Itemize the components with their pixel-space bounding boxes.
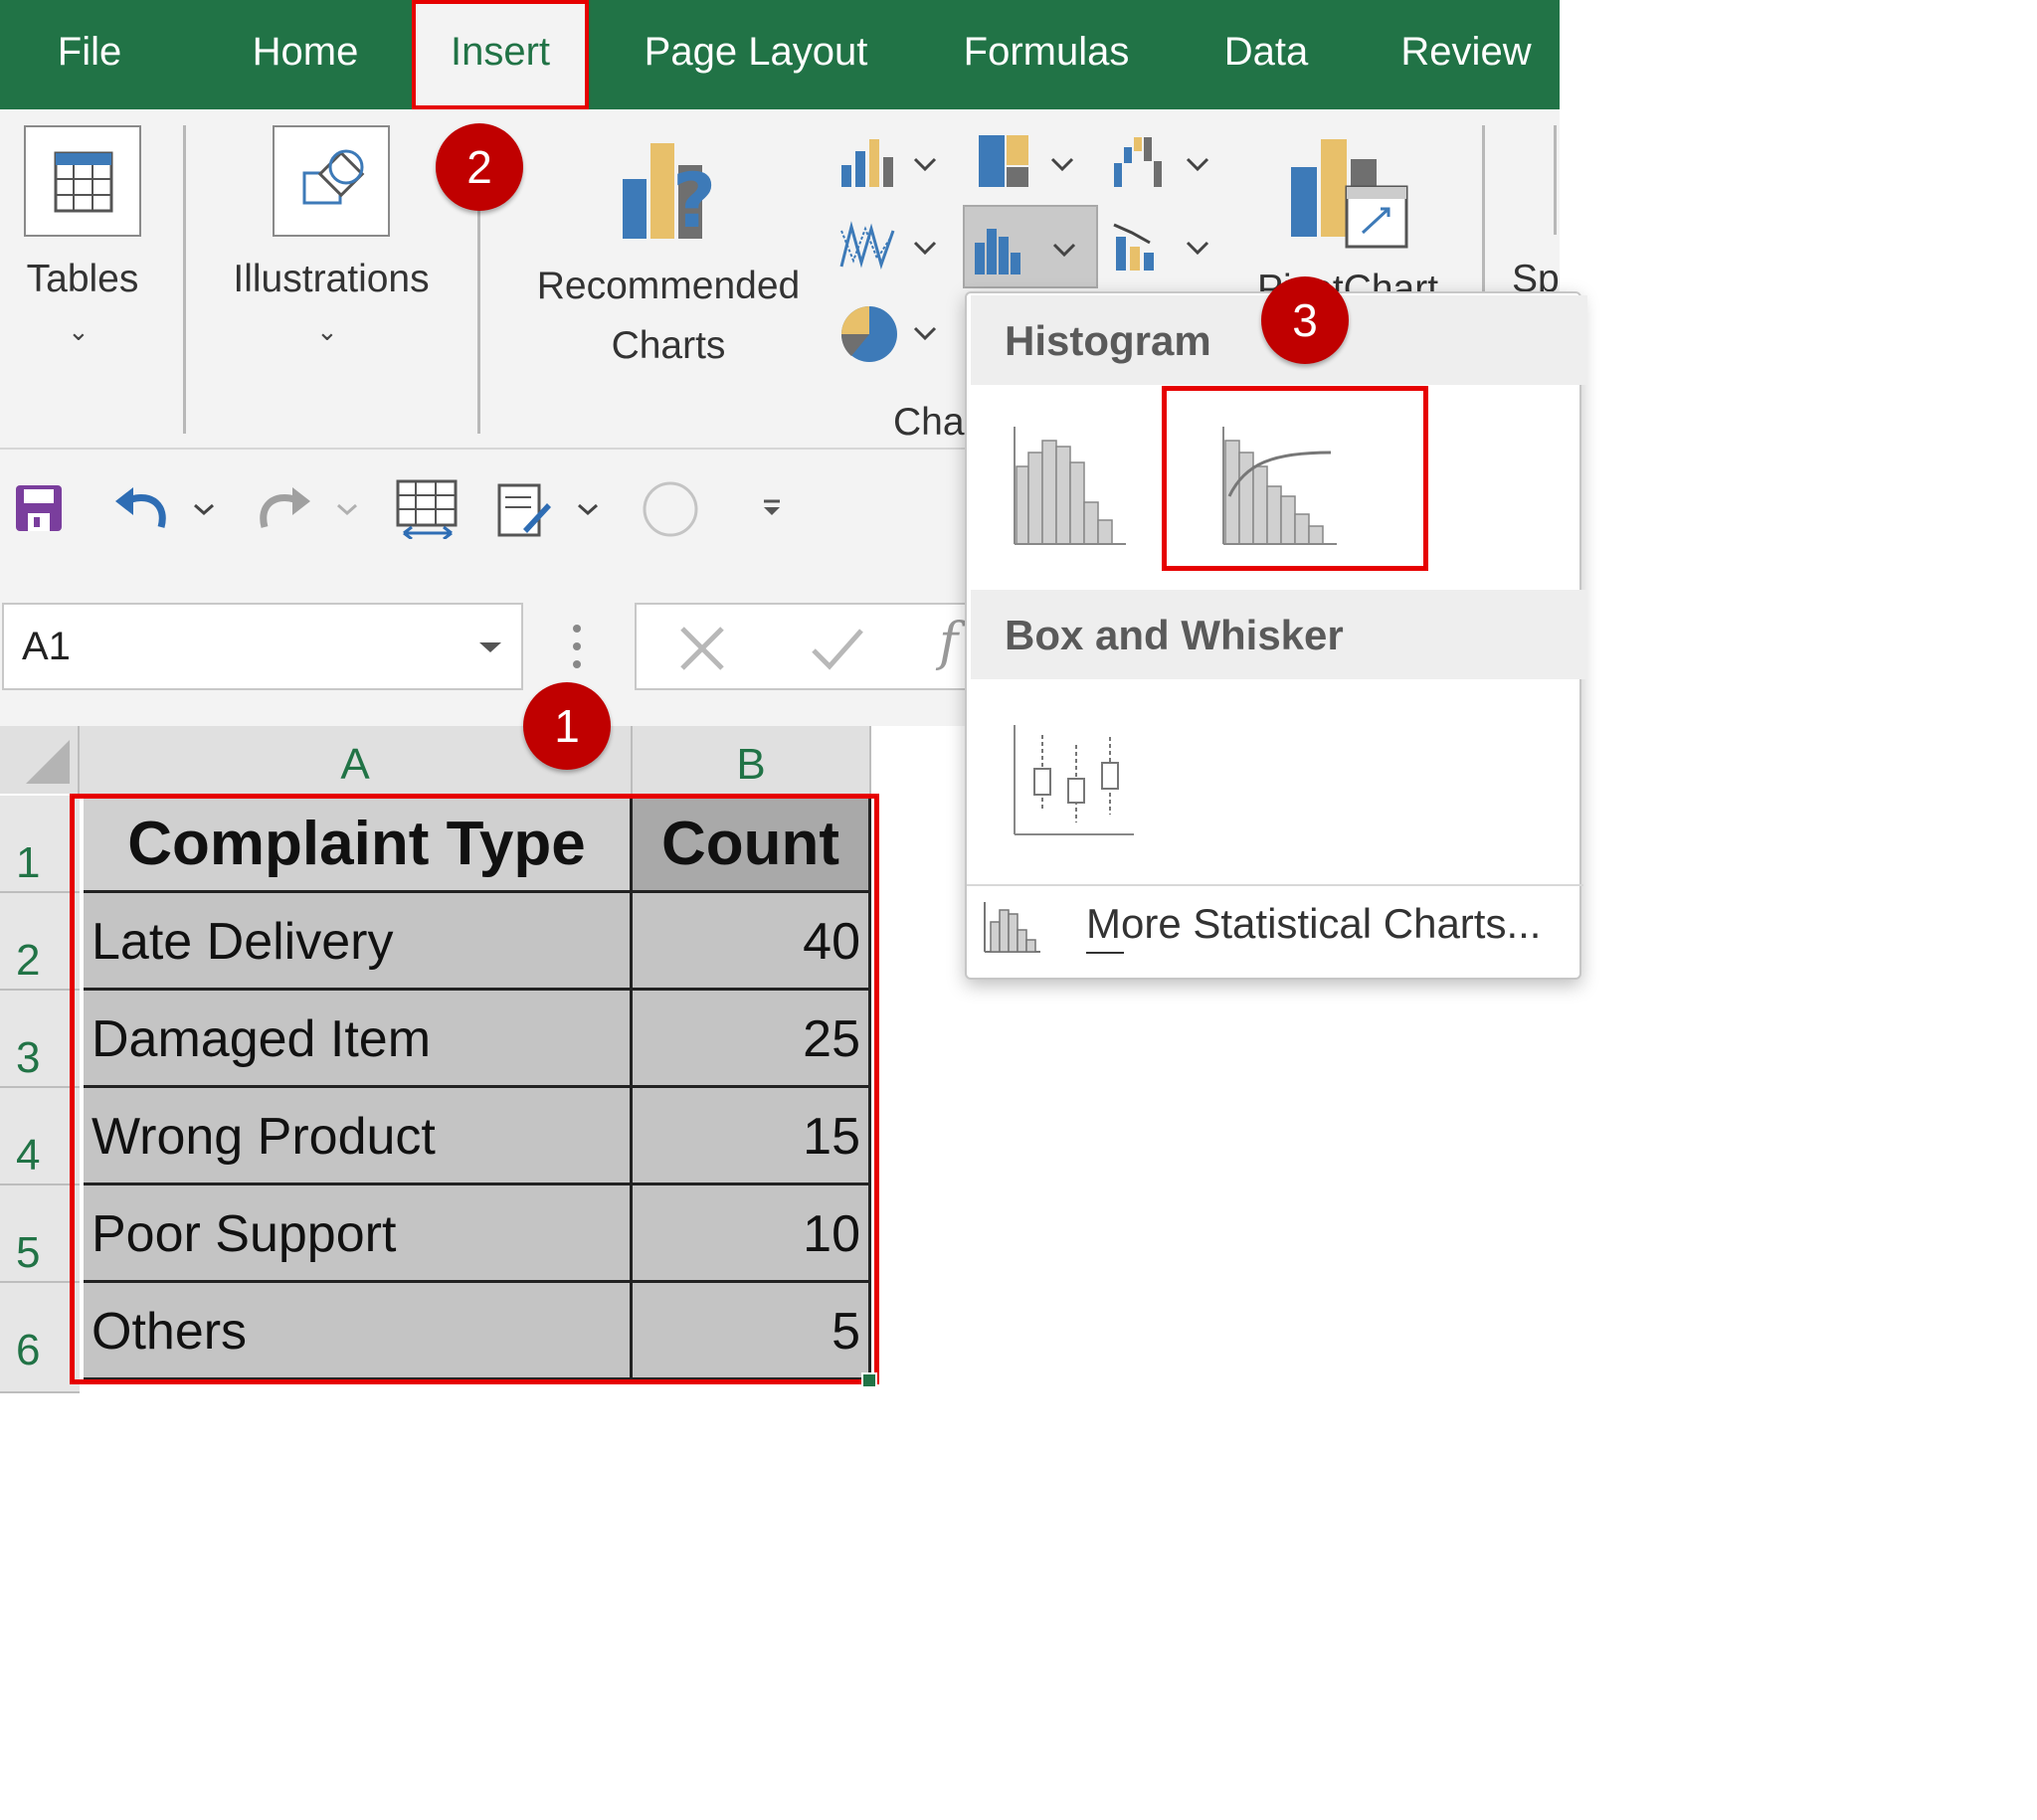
shapes-icon [302,149,365,205]
recommended-line1: Recommended [536,265,801,307]
tables-label: Tables [26,258,139,300]
group-separator [1554,125,1557,235]
tab-formulas[interactable]: Formulas [941,0,1152,109]
waterfall-chart-button[interactable] [1110,133,1219,193]
line-chart-button[interactable] [837,217,947,276]
histogram-chart-option[interactable] [1007,427,1136,552]
select-all-button[interactable] [0,726,80,794]
column-header-b[interactable]: B [633,726,871,794]
recommended-line2: Charts [611,324,726,368]
row-header[interactable]: 5 [0,1185,80,1283]
pareto-highlight-box [1162,386,1428,571]
group-separator [183,125,186,434]
step-2-badge: 2 [436,123,523,211]
tab-page-layout[interactable]: Page Layout [621,0,891,109]
row-header[interactable]: 4 [0,1088,80,1185]
waterfall-chart-icon [1114,137,1209,187]
check-icon[interactable] [810,623,865,674]
histogram-icon [1014,427,1126,545]
circle-icon[interactable] [641,479,700,539]
row-header[interactable]: 1 [0,796,80,893]
step-3-badge: 3 [1261,276,1349,364]
hierarchy-chart-icon [979,135,1074,187]
recommended-charts-label: Recommended Charts [509,257,828,377]
column-chart-button[interactable] [837,133,947,193]
chevron-down-icon: ⌄ [68,316,90,346]
row-header[interactable]: 2 [0,893,80,991]
fx-icon[interactable]: f [939,613,958,672]
column-chart-icon [841,139,937,187]
name-box-value: A1 [22,625,71,668]
column-header-spacer [871,726,975,794]
tab-review[interactable]: Review [1379,0,1554,109]
row-header[interactable]: 3 [0,991,80,1088]
chevron-down-icon[interactable] [475,638,505,658]
tab-file[interactable]: File [30,0,149,109]
recommended-charts-icon: ? [623,143,716,245]
tab-data[interactable]: Data [1200,0,1333,109]
pivotchart-button[interactable] [1285,137,1414,257]
group-separator [477,199,480,434]
undo-icon[interactable] [111,485,221,535]
form-edit-icon[interactable] [495,481,605,539]
select-all-triangle-icon [26,740,70,784]
box-whisker-chart-option[interactable] [1007,725,1136,844]
access-key-underline [1086,952,1124,954]
svg-text:?: ? [672,156,716,245]
box-whisker-section-title: Box and Whisker [971,590,1587,679]
splitter-dots-icon[interactable] [567,623,587,672]
statistical-chart-icon [984,902,1040,953]
combo-chart-icon [1113,223,1209,271]
illustrations-button[interactable] [273,125,390,237]
menu-divider [967,884,1583,886]
tab-home[interactable]: Home [227,0,384,109]
table-icon [54,151,113,213]
spreadsheet-grid: A B 1 2 3 4 5 6 Complaint Type Count Lat… [0,726,975,1393]
combo-chart-button[interactable] [1110,217,1219,276]
box-whisker-icon [1014,725,1134,835]
illustrations-label: Illustrations [233,258,430,300]
tables-button[interactable] [24,125,141,237]
pie-chart-button[interactable] [837,302,947,366]
line-chart-icon [839,221,937,270]
chevron-down-icon: ⌄ [316,316,338,346]
autofit-column-icon[interactable] [396,479,460,539]
statistic-chart-button[interactable] [963,205,1098,288]
charts-group-label: Char [893,401,978,444]
menu-bar: File Home Insert Page Layout Formulas Da… [0,0,1560,109]
group-separator [1482,125,1485,292]
more-statistical-charts-label: More Statistical Charts... [1086,900,1542,947]
selection-highlight-box [70,794,879,1384]
pivotchart-icon [1291,139,1408,249]
pie-chart-icon [840,306,937,362]
tab-insert[interactable]: Insert [412,0,589,109]
step-1-badge: 1 [523,682,611,770]
name-box[interactable]: A1 [2,603,523,690]
recommended-charts-button[interactable]: ? [611,135,740,255]
save-icon[interactable] [14,483,66,535]
customize-toolbar-icon[interactable] [758,493,788,523]
histogram-icon [975,229,1076,274]
redo-icon[interactable] [255,485,364,535]
fill-handle[interactable] [861,1372,877,1388]
hierarchy-chart-button[interactable] [975,133,1084,193]
cancel-icon[interactable] [676,623,728,674]
row-header[interactable]: 6 [0,1283,80,1393]
more-statistical-charts-item[interactable]: More Statistical Charts... [981,896,1577,972]
